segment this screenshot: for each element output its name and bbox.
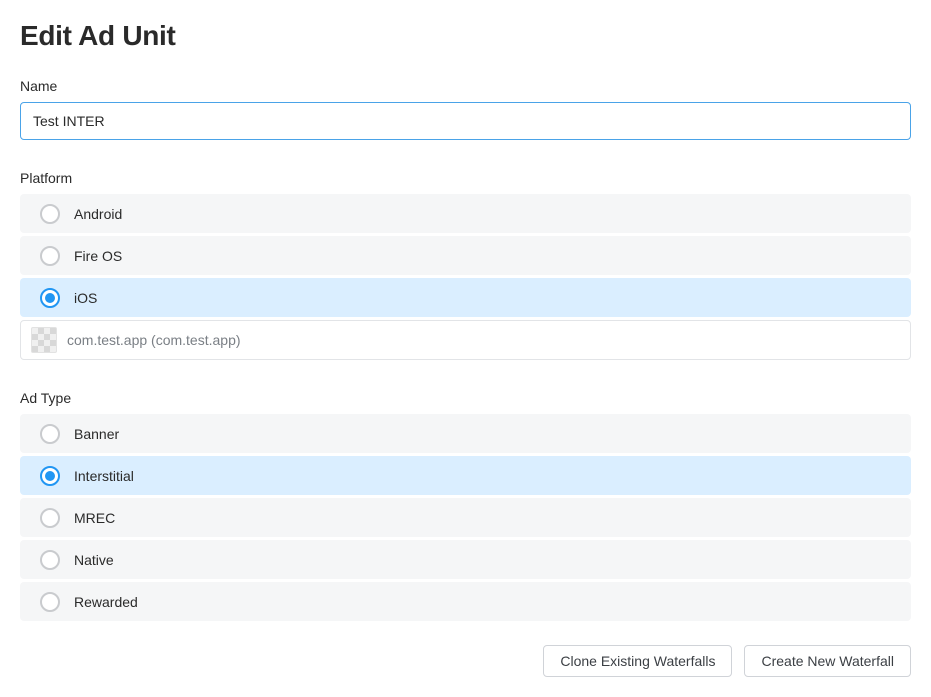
radio-icon — [40, 592, 60, 612]
platform-label: Platform — [20, 170, 911, 186]
radio-label: Android — [74, 206, 122, 222]
radio-icon — [40, 424, 60, 444]
name-input[interactable] — [20, 102, 911, 140]
platform-radio-group: Android Fire OS iOS — [20, 194, 911, 317]
name-label: Name — [20, 78, 911, 94]
radio-label: Banner — [74, 426, 119, 442]
radio-icon — [40, 550, 60, 570]
page-title: Edit Ad Unit — [20, 20, 911, 52]
radio-label: Fire OS — [74, 248, 122, 264]
clone-waterfalls-button[interactable]: Clone Existing Waterfalls — [543, 645, 732, 677]
adtype-option-mrec[interactable]: MREC — [20, 498, 911, 537]
button-row: Clone Existing Waterfalls Create New Wat… — [20, 645, 911, 677]
radio-icon — [40, 466, 60, 486]
radio-icon — [40, 508, 60, 528]
platform-app-row[interactable]: com.test.app (com.test.app) — [20, 320, 911, 360]
adtype-option-interstitial[interactable]: Interstitial — [20, 456, 911, 495]
platform-option-fireos[interactable]: Fire OS — [20, 236, 911, 275]
radio-label: Native — [74, 552, 114, 568]
radio-label: iOS — [74, 290, 97, 306]
adtype-label: Ad Type — [20, 390, 911, 406]
platform-option-android[interactable]: Android — [20, 194, 911, 233]
app-icon — [31, 327, 57, 353]
adtype-option-native[interactable]: Native — [20, 540, 911, 579]
radio-icon — [40, 288, 60, 308]
radio-label: MREC — [74, 510, 115, 526]
adtype-option-rewarded[interactable]: Rewarded — [20, 582, 911, 621]
platform-option-ios[interactable]: iOS — [20, 278, 911, 317]
adtype-radio-group: Banner Interstitial MREC Native Rewarded — [20, 414, 911, 621]
adtype-option-banner[interactable]: Banner — [20, 414, 911, 453]
radio-label: Rewarded — [74, 594, 138, 610]
app-name: com.test.app (com.test.app) — [67, 332, 241, 348]
radio-icon — [40, 246, 60, 266]
radio-label: Interstitial — [74, 468, 134, 484]
radio-icon — [40, 204, 60, 224]
create-waterfall-button[interactable]: Create New Waterfall — [744, 645, 911, 677]
